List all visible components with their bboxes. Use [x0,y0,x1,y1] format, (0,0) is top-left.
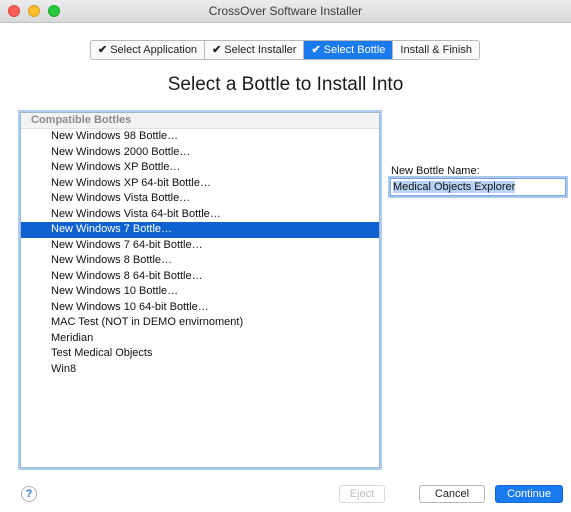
bottle-list-item[interactable]: New Windows XP 64-bit Bottle… [21,176,379,192]
new-bottle-name-label: New Bottle Name: [391,165,480,177]
new-bottle-name-input[interactable]: Medical Objects Explorer [390,178,566,196]
eject-button[interactable]: Eject [339,485,385,503]
bottle-list[interactable]: Compatible Bottles New Windows 98 Bottle… [20,112,380,468]
step-select-application[interactable]: ✔ Select Application [91,41,206,59]
step-label: Select Installer [224,44,297,56]
bottle-list-item[interactable]: Win8 [21,362,379,378]
bottle-list-item[interactable]: New Windows Vista 64-bit Bottle… [21,207,379,223]
checkmark-icon: ✔ [98,44,108,56]
window-title: CrossOver Software Installer [208,4,363,18]
bottle-list-item[interactable]: New Windows 8 Bottle… [21,253,379,269]
step-label: Select Bottle [323,44,386,56]
bottle-list-header: Compatible Bottles [21,113,379,129]
step-label: Select Application [110,44,198,56]
checkmark-icon: ✔ [311,44,321,56]
bottle-list-item[interactable]: New Windows 98 Bottle… [21,129,379,145]
bottle-list-item[interactable]: New Windows 10 64-bit Bottle… [21,300,379,316]
bottle-list-item[interactable]: New Windows 7 Bottle… [21,222,379,238]
new-bottle-name-value: Medical Objects Explorer [393,181,516,193]
bottle-list-item[interactable]: New Windows 7 64-bit Bottle… [21,238,379,254]
step-select-bottle[interactable]: ✔ Select Bottle [304,41,394,59]
bottle-list-item[interactable]: Test Medical Objects [21,346,379,362]
continue-button[interactable]: Continue [495,485,563,503]
bottle-list-item[interactable]: New Windows Vista Bottle… [21,191,379,207]
step-install-finish[interactable]: Install & Finish [393,41,479,59]
cancel-button[interactable]: Cancel [419,485,485,503]
bottle-list-item[interactable]: New Windows XP Bottle… [21,160,379,176]
step-select-installer[interactable]: ✔ Select Installer [205,41,305,59]
step-label: Install & Finish [400,44,472,56]
help-button[interactable]: ? [21,486,37,502]
bottle-list-item[interactable]: New Windows 10 Bottle… [21,284,379,300]
bottle-list-item[interactable]: MAC Test (NOT in DEMO envirnoment) [21,315,379,331]
bottle-list-item[interactable]: Meridian [21,331,379,347]
bottle-list-item[interactable]: New Windows 2000 Bottle… [21,145,379,161]
checkmark-icon: ✔ [212,44,222,56]
title-bar: CrossOver Software Installer [0,0,571,23]
bottle-list-item[interactable]: New Windows 8 64-bit Bottle… [21,269,379,285]
step-indicator: ✔ Select Application ✔ Select Installer ✔ Sel… [90,40,480,60]
page-heading: Select a Bottle to Install Into [167,74,404,95]
